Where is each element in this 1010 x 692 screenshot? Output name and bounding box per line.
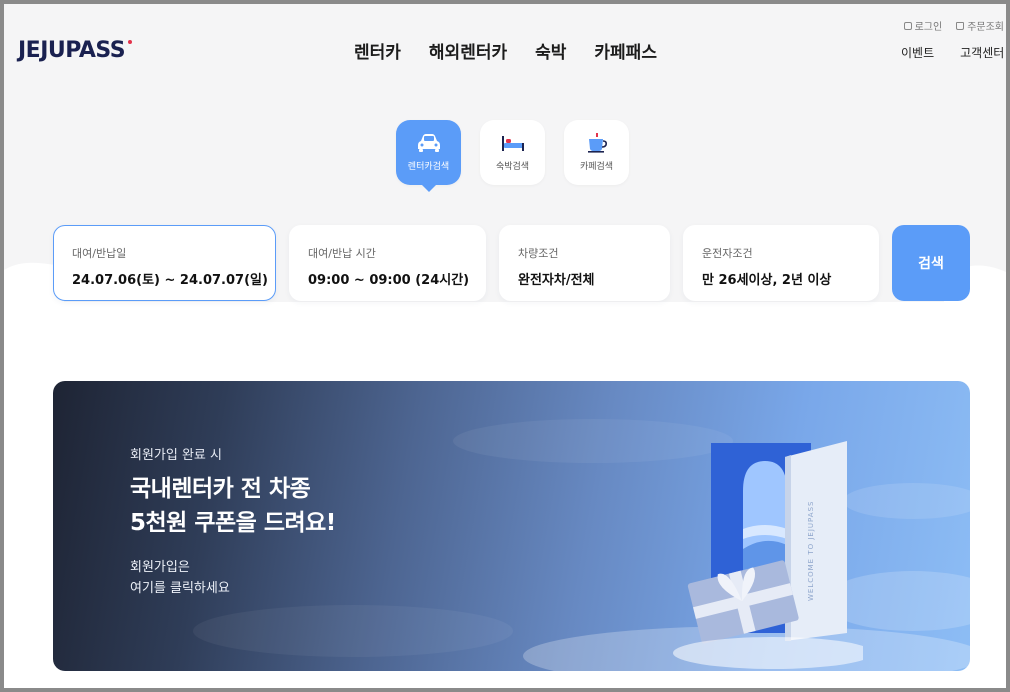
car-icon: [417, 134, 440, 152]
tab-cafe-search[interactable]: 카페검색: [564, 120, 629, 185]
car-condition-field[interactable]: 차량조건 완전자차/전체: [499, 225, 670, 301]
signup-link-line2: 여기를 클릭하세요: [130, 581, 230, 596]
event-link[interactable]: 이벤트: [901, 44, 934, 61]
search-button[interactable]: 검색: [892, 225, 970, 301]
utility-menu: 로그인 주문조회: [903, 18, 1004, 33]
field-value: 완전자차/전체: [518, 273, 595, 288]
logo-text: JEJUPASS: [18, 38, 126, 63]
bag-icon: [956, 21, 965, 30]
banner-title-line1: 국내렌터카 전 차종: [130, 476, 311, 502]
nav-item-cafepass[interactable]: 카페패스: [594, 38, 657, 63]
login-label: 로그인: [914, 22, 943, 33]
login-icon: [903, 21, 912, 30]
banner-subtitle: 회원가입 완료 시: [130, 448, 222, 463]
sub-nav: 이벤트 고객센터: [901, 44, 1004, 61]
nav-item-rentcar[interactable]: 렌터카: [354, 38, 401, 63]
time-range-field[interactable]: 대여/반납 시간 09:00 ~ 09:00 (24시간): [289, 225, 486, 301]
field-label: 운전자조건: [702, 247, 753, 260]
support-link[interactable]: 고객센터: [960, 44, 1004, 61]
search-type-tabs: 렌터카검색 숙박검색 카페검색: [396, 120, 629, 192]
jejupass-logo[interactable]: JEJUPASS: [18, 38, 133, 63]
door-gift-illustration: WELCOME TO JEJUPASS: [673, 441, 863, 669]
cup-icon: [587, 133, 607, 153]
signup-promo-banner[interactable]: 회원가입 완료 시 국내렌터카 전 차종 5천원 쿠폰을 드려요! 회원가입은 …: [53, 381, 970, 671]
field-label: 대여/반납 시간: [308, 247, 376, 260]
field-label: 대여/반납일: [72, 247, 127, 260]
field-value: 만 26세이상, 2년 이상: [702, 273, 832, 288]
tab-label: 숙박검색: [495, 162, 530, 172]
tab-label: 렌터카검색: [407, 162, 450, 172]
signup-link-line1: 회원가입은: [130, 560, 190, 575]
tab-rentcar-search[interactable]: 렌터카검색: [396, 120, 461, 192]
field-value: 24.07.06(토) ~ 24.07.07(일): [72, 273, 268, 288]
field-value: 09:00 ~ 09:00 (24시간): [308, 273, 470, 288]
nav-item-lodging[interactable]: 숙박: [535, 38, 566, 63]
main-nav: 렌터카 해외렌터카 숙박 카페패스: [354, 38, 657, 63]
bed-icon: [501, 136, 524, 151]
tab-lodging-search[interactable]: 숙박검색: [480, 120, 545, 185]
banner-title: 국내렌터카 전 차종 5천원 쿠폰을 드려요!: [130, 472, 336, 540]
login-link[interactable]: 로그인: [903, 18, 943, 33]
signup-link[interactable]: 회원가입은 여기를 클릭하세요: [130, 557, 230, 599]
banner-title-line2: 5천원 쿠폰을 드려요!: [130, 510, 336, 536]
date-range-field[interactable]: 대여/반납일 24.07.06(토) ~ 24.07.07(일): [53, 225, 276, 301]
field-label: 차량조건: [518, 247, 559, 260]
order-lookup-link[interactable]: 주문조회: [956, 18, 1004, 33]
tab-label: 카페검색: [579, 162, 614, 172]
order-lookup-label: 주문조회: [967, 22, 1004, 33]
door-text: WELCOME TO JEJUPASS: [807, 501, 815, 601]
driver-condition-field[interactable]: 운전자조건 만 26세이상, 2년 이상: [683, 225, 879, 301]
nav-item-overseas-rentcar[interactable]: 해외렌터카: [429, 38, 507, 63]
